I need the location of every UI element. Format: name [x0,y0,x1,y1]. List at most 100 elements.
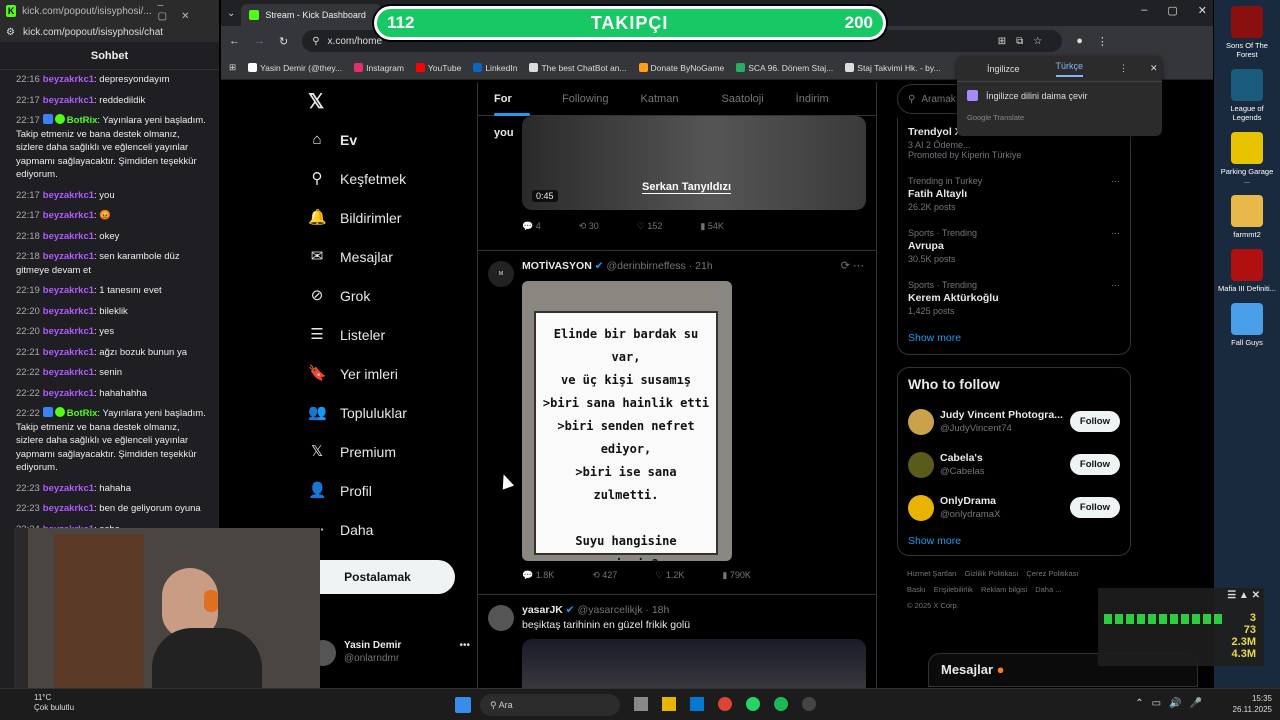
nav-item-notifications[interactable]: 🔔 Bildirimler [300,198,470,237]
forward-icon[interactable]: → [254,35,265,47]
bookmark-staj[interactable]: Staj Takvimi Hk. - by... [845,63,941,73]
follow-suggestion[interactable]: Cabela's @Cabelas Follow [898,443,1130,486]
like-button[interactable]: ♡ 152 [637,221,663,232]
chat-url[interactable]: kick.com/popout/isisyphosi/chat [23,27,163,38]
desktop-icon[interactable]: Parking Garage ... [1217,132,1277,185]
weather-widget[interactable]: 11°C Çok bulutlu [34,693,74,713]
store-icon[interactable] [690,697,704,711]
desktop-icon[interactable]: Fall Guys [1217,303,1277,347]
close-icon[interactable]: ✕ [1198,4,1207,17]
overlay-controls-icon[interactable]: ☰ ▲ ✕ [1227,590,1260,601]
more-icon[interactable]: ⋯ [1111,176,1120,187]
nav-item-bookmarks[interactable]: 🔖 Yer imleri [300,354,470,393]
apps-icon[interactable]: ⊞ [229,62,236,73]
video-thumbnail[interactable] [522,639,866,688]
tune-icon[interactable]: ⚙ [6,27,15,38]
chat-username[interactable]: beyzakrkc1 [43,503,94,514]
post-yasarjk[interactable]: yasarJK ✔ @yasarcelikjk · 18h beşiktaş t… [478,594,876,688]
trend-item[interactable]: Sports · Trending Avrupa 30.5K posts ⋯ [898,218,1130,270]
show-more-link[interactable]: Show more [898,322,1130,348]
close-icon[interactable]: ✕ [1150,63,1158,74]
reload-icon[interactable]: ↻ [279,35,288,48]
chat-username[interactable]: beyzakrkc1 [43,231,94,242]
more-icon[interactable]: ⋮ [1119,63,1128,74]
translate-tab-english[interactable]: İngilizce [987,64,1020,74]
footer-link[interactable]: Çerez Politikası [1026,569,1078,578]
follow-suggestion[interactable]: Judy Vincent Photogra... @JudyVincent74 Fo… [898,400,1130,443]
desktop-icon[interactable]: farmmt2 [1217,195,1277,239]
author-name[interactable]: yasarJK [522,604,563,616]
nav-item-grok[interactable]: ⊘ Grok [300,276,470,315]
avatar[interactable]: M [488,261,514,287]
reply-button[interactable]: 💬 4 [522,221,541,232]
views-count[interactable]: ▮ 790K [722,570,750,581]
feed-tab-4[interactable]: İndirim Avcıları [780,82,876,139]
more-icon[interactable]: ⋯ [1111,280,1120,291]
chat-url-bar[interactable]: ⚙ kick.com/popout/isisyphosi/chat [0,22,219,42]
feed-tab-0[interactable]: For you [478,82,546,139]
window-controls-icon[interactable]: –▢✕ [158,0,213,22]
chat-username[interactable]: beyzakrkc1 [43,388,94,399]
chat-username[interactable]: beyzakrkc1 [43,251,94,262]
more-icon[interactable]: ••• [459,640,470,676]
avatar[interactable] [488,605,514,631]
always-translate-checkbox[interactable] [967,90,978,101]
chat-message-list[interactable]: 22:16 beyzakrkc1: depresyondayım 22:17 beyz… [0,70,219,552]
post-time[interactable]: 18h [652,604,670,616]
footer-link[interactable]: Reklam bilgisi [981,585,1027,594]
like-button[interactable]: ♡ 1.2K [655,570,684,581]
file-explorer-icon[interactable] [662,697,676,711]
chat-username[interactable]: BotRix [67,115,98,126]
footer-link[interactable]: Baskı [907,585,926,594]
account-switcher[interactable]: Yasin Demir @onlarndmr ••• [310,640,470,676]
browser-tab[interactable]: Stream - Kick Dashboard [241,4,382,26]
author-handle[interactable]: @yasarcelikjk [578,604,643,616]
spotify-icon[interactable] [774,697,788,711]
follow-button[interactable]: Follow [1069,411,1120,432]
maximize-icon[interactable]: ▢ [1167,4,1177,17]
desktop-icon[interactable]: Sons Of The Forest [1217,6,1277,59]
author-name[interactable]: MOTİVASYON [522,260,592,272]
back-icon[interactable]: ← [229,35,240,47]
menu-icon[interactable]: ⋮ [1097,35,1108,48]
chrome-icon[interactable] [718,697,732,711]
chat-username[interactable]: beyzakrkc1 [43,367,94,378]
footer-link[interactable]: Daha ... [1035,585,1061,594]
bookmark-youtube[interactable]: YouTube [415,63,461,73]
follow-button[interactable]: Follow [1069,454,1120,475]
avatar[interactable] [908,451,934,478]
feed-tab-1[interactable]: Following [546,82,624,116]
minimize-icon[interactable]: – [1141,4,1147,17]
footer-link[interactable]: Erişilebilirlik [934,585,973,594]
nav-item-home[interactable]: ⌂ Ev [300,120,470,159]
nav-item-premium[interactable]: 𝕏 Premium [300,432,470,471]
desktop-icon[interactable]: League of Legends [1217,69,1277,122]
nav-item-profile[interactable]: 👤 Profil [300,471,470,510]
follow-suggestion[interactable]: OnlyDrama @onlydramaX Follow [898,486,1130,529]
author-handle[interactable]: @derinbirneffess [606,260,685,272]
profile-avatar[interactable]: ● [1076,35,1083,47]
nav-item-messages[interactable]: ✉ Mesajlar [300,237,470,276]
post-time[interactable]: 21h [695,260,713,272]
nav-item-communities[interactable]: 👥 Topluluklar [300,393,470,432]
repost-button[interactable]: ⟲ 30 [579,221,599,232]
obs-icon[interactable] [802,697,816,711]
follow-button[interactable]: Follow [1069,497,1120,518]
show-more-link[interactable]: Show more [898,529,1130,547]
chat-username[interactable]: BotRix [67,408,98,419]
chat-username[interactable]: beyzakrkc1 [43,285,94,296]
nav-item-more[interactable]: ⋯Daha [300,510,470,549]
whatsapp-icon[interactable] [746,697,760,711]
bookmark-chatbot[interactable]: The best ChatBot an... [529,63,627,73]
feed-tab-2[interactable]: Katman 🎬 [625,82,706,139]
start-icon[interactable] [455,697,471,713]
chat-username[interactable]: beyzakrkc1 [43,347,94,358]
avatar[interactable] [908,408,934,435]
chat-username[interactable]: beyzakrkc1 [43,74,94,85]
bookmark-bynogame[interactable]: Donate ByNoGame [638,63,724,73]
x-logo-icon[interactable]: 𝕏 [308,89,324,114]
bookmark-sca[interactable]: SCA 96. Dönem Staj... [736,63,833,73]
chat-username[interactable]: beyzakrkc1 [43,190,94,201]
address-actions-icon[interactable]: ⊞⧉☆ [998,36,1052,47]
chat-username[interactable]: beyzakrkc1 [43,326,94,337]
